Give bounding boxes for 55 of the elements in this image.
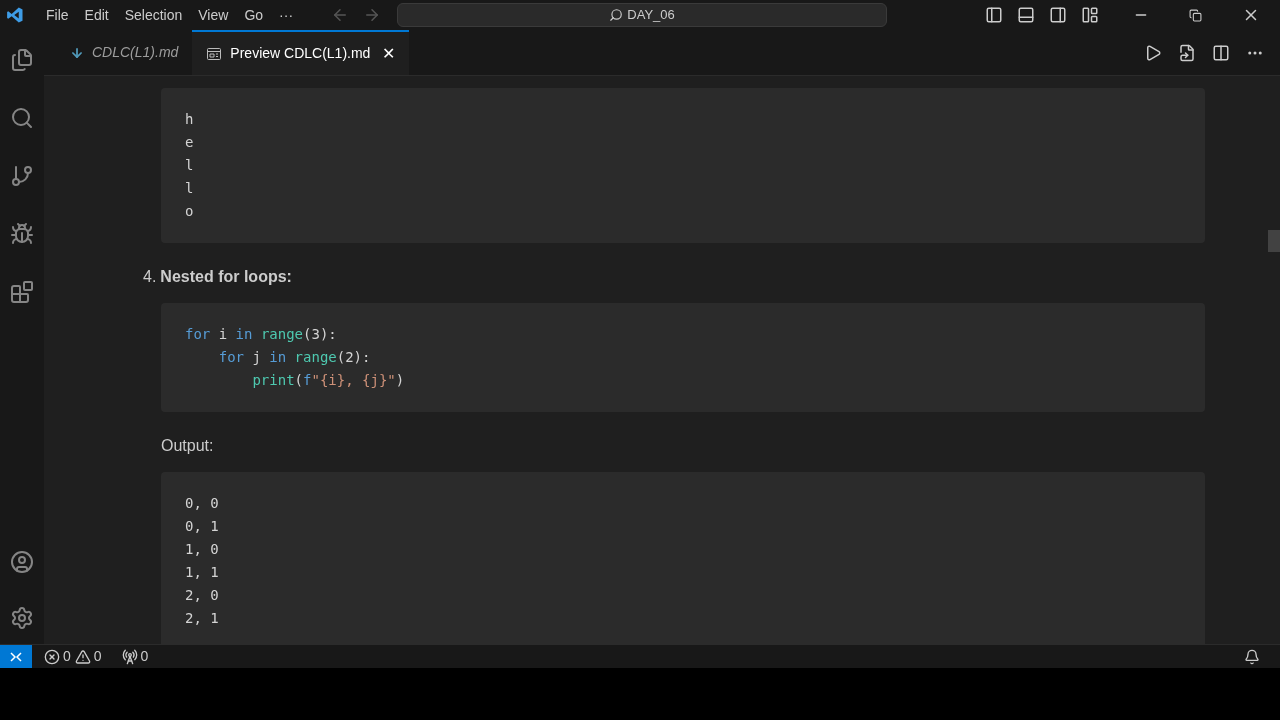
bug-icon[interactable]	[10, 222, 34, 246]
code-line: print(f"{i}, {j}")	[251, 371, 406, 390]
editor-tab[interactable]: Preview CDLC(L1).md ✕	[192, 30, 410, 75]
menu-item[interactable]: Go	[236, 4, 272, 26]
file-icon	[70, 45, 84, 60]
open-source-icon[interactable]	[1178, 43, 1196, 62]
code-line: 1, 0	[185, 540, 220, 559]
error-count: 0	[63, 647, 71, 666]
preview-icon	[206, 45, 223, 62]
menu-item[interactable]: View	[190, 4, 237, 26]
menu-item[interactable]: ···	[271, 4, 302, 26]
menu-item[interactable]: File	[38, 4, 77, 26]
panel-bottom-icon[interactable]	[1017, 6, 1035, 24]
code-line: l	[185, 179, 195, 198]
layout-icon[interactable]	[1081, 6, 1099, 24]
tab-close-button[interactable]: ✕	[382, 41, 396, 66]
paragraph-text: Output:	[161, 436, 215, 456]
panel-left-icon[interactable]	[985, 6, 1003, 24]
code-line: 2, 1	[185, 609, 220, 628]
ports-count: 0	[140, 647, 149, 666]
split-editor-icon[interactable]	[1212, 43, 1230, 62]
branch-icon[interactable]	[10, 164, 34, 188]
code-line: o	[185, 202, 195, 221]
search-icon	[609, 8, 624, 22]
code-line: for j in range(2):	[217, 348, 372, 367]
app-logo-icon	[6, 6, 24, 24]
panel-right-icon[interactable]	[1049, 6, 1067, 24]
search-icon[interactable]	[10, 106, 34, 130]
warning-icon	[74, 648, 91, 665]
code-line: e	[185, 133, 195, 152]
account-icon[interactable]	[10, 550, 34, 574]
files-icon[interactable]	[10, 48, 34, 72]
extensions-icon[interactable]	[10, 280, 34, 304]
code-line: 0, 0	[185, 494, 220, 513]
code-line: 2, 0	[185, 586, 220, 605]
code-line: l	[185, 156, 195, 175]
search-field[interactable]: DAY_06	[397, 3, 888, 27]
run-icon[interactable]	[1144, 43, 1162, 62]
code-line: 0, 1	[185, 517, 220, 536]
settings-icon[interactable]	[10, 606, 34, 630]
remote-icon	[9, 649, 23, 664]
remote-button[interactable]	[0, 645, 32, 668]
list-number: 4.	[143, 267, 157, 287]
error-icon	[44, 648, 60, 665]
menu-item[interactable]: Edit	[76, 4, 117, 26]
restore-icon[interactable]	[1189, 8, 1202, 22]
menu-item[interactable]: Selection	[116, 4, 191, 26]
list-item-text: Nested for loops:	[160, 267, 292, 287]
scrollbar-thumb[interactable]	[1268, 230, 1280, 252]
ports-icon	[121, 648, 138, 665]
code-line: h	[185, 110, 195, 129]
notifications-icon[interactable]	[1244, 648, 1260, 665]
code-line: 1, 1	[185, 563, 220, 582]
warning-count: 0	[93, 647, 102, 666]
code-line: for i in range(3):	[185, 325, 338, 344]
